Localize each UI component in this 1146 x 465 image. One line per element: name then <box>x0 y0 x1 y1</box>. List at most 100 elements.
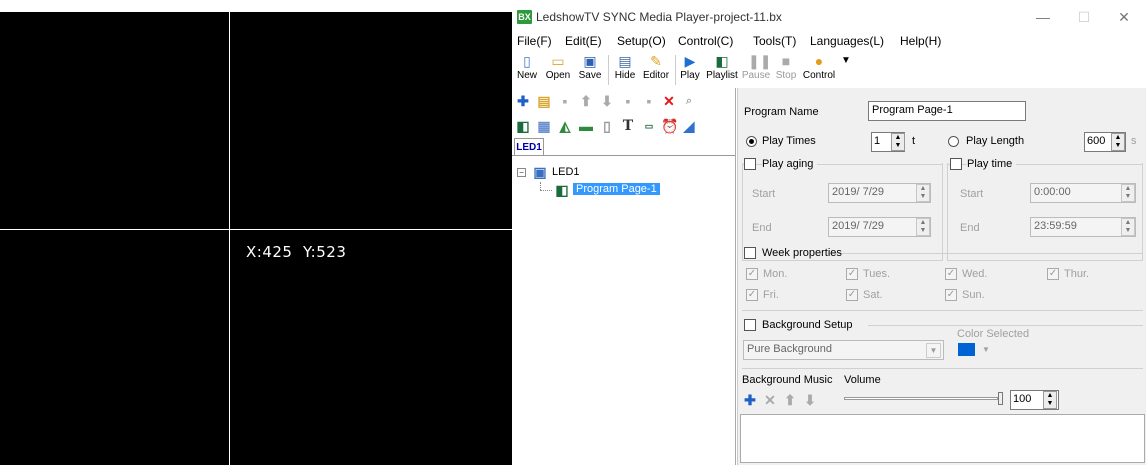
thur-label: Thur. <box>1064 268 1090 280</box>
new-button[interactable]: ▯ New <box>515 53 539 87</box>
move-up-icon[interactable]: ⬆ <box>578 93 594 109</box>
volume-label: Volume <box>844 374 881 386</box>
paste-icon[interactable]: ▤ <box>536 93 552 109</box>
menu-control[interactable]: Control(C) <box>678 34 733 48</box>
search-icon[interactable]: ⌕ <box>681 93 697 109</box>
play-time-checkbox[interactable] <box>950 158 962 170</box>
coord-y: Y:523 <box>303 243 347 261</box>
aging-end-spinner[interactable]: ▲ ▼ <box>916 218 930 236</box>
menu-tools[interactable]: Tools(T) <box>753 34 796 48</box>
pause-button[interactable]: ❚❚ Pause <box>741 53 772 87</box>
delete-icon[interactable]: ✕ <box>661 93 677 109</box>
week-properties-label: Week properties <box>762 247 842 259</box>
close-button[interactable]: ✕ <box>1107 6 1141 28</box>
menu-languages[interactable]: Languages(L) <box>810 34 884 48</box>
folder-icon: ▭ <box>551 53 565 69</box>
screen: X:425 Y:523 BX LedshowTV SYNC Media Play… <box>0 0 1146 465</box>
music-up-icon[interactable]: ⬆ <box>782 392 798 408</box>
copy-icon[interactable]: ▪ <box>557 93 573 109</box>
document-icon[interactable]: ▯ <box>599 118 615 134</box>
text-icon[interactable]: T <box>620 118 636 134</box>
toolbar-more-dropdown[interactable]: ▼ <box>838 53 852 87</box>
play-length-label: Play Length <box>966 135 1025 147</box>
wed-checkbox[interactable]: ✓ <box>945 268 957 280</box>
time-start-spinner[interactable]: ▲ ▼ <box>1121 184 1135 202</box>
wed-label: Wed. <box>962 268 988 280</box>
digital-clock-icon[interactable]: ▭ <box>641 118 657 134</box>
volume-slider-track[interactable] <box>844 397 998 400</box>
volume-spinner[interactable]: ▲ ▼ <box>1043 391 1057 409</box>
led-cell-top-right <box>230 12 512 229</box>
tree-node-led1[interactable]: LED1 <box>552 166 580 178</box>
background-type-select[interactable]: Pure Background <box>743 340 944 360</box>
music-list[interactable] <box>740 414 1145 463</box>
play-icon: ▶ <box>684 53 696 69</box>
tues-label: Tues. <box>863 268 891 280</box>
move-top-icon[interactable]: ▪ <box>620 93 636 109</box>
fri-checkbox[interactable]: ✓ <box>746 289 758 301</box>
play-aging-checkbox[interactable] <box>744 158 756 170</box>
remove-music-icon[interactable]: ✕ <box>762 392 778 408</box>
tree-node-program-page[interactable]: Program Page-1 <box>573 183 660 195</box>
move-down-icon[interactable]: ⬇ <box>599 93 615 109</box>
pencil-icon: ✎ <box>650 53 662 69</box>
program-icon[interactable]: ◧ <box>515 118 531 134</box>
open-button[interactable]: ▭ Open <box>543 53 573 87</box>
picture-icon[interactable]: ▬ <box>578 118 594 134</box>
time-end-spinner[interactable]: ▲ ▼ <box>1121 218 1135 236</box>
move-bottom-icon[interactable]: ▪ <box>641 93 657 109</box>
playlist-button[interactable]: ◧ Playlist <box>705 53 739 87</box>
play-button[interactable]: ▶ Play <box>678 53 702 87</box>
maximize-button[interactable]: ☐ <box>1067 6 1101 28</box>
play-times-radio[interactable] <box>746 136 757 147</box>
aging-start-spinner[interactable]: ▲ ▼ <box>916 184 930 202</box>
tab-led1[interactable]: LED1 <box>514 138 544 156</box>
table-icon[interactable]: ▦ <box>536 118 552 134</box>
save-button[interactable]: ▣ Save <box>576 53 604 87</box>
color-dropdown-icon[interactable]: ▼ <box>982 345 990 354</box>
menu-edit[interactable]: Edit(E) <box>565 34 602 48</box>
image-area-icon[interactable]: ◭ <box>557 118 573 134</box>
program-name-input[interactable]: Program Page-1 <box>868 101 1026 121</box>
play-times-spinner[interactable]: ▲ ▼ <box>891 133 905 151</box>
caret-down-icon: ▼ <box>841 55 851 66</box>
alarm-clock-icon[interactable]: ⏰ <box>661 118 678 134</box>
tree-collapse-toggle[interactable]: − <box>517 168 526 177</box>
thur-checkbox[interactable]: ✓ <box>1047 268 1059 280</box>
menu-help[interactable]: Help(H) <box>900 34 941 48</box>
play-times-unit: t <box>912 135 916 147</box>
led-cell-bottom-left <box>0 230 229 465</box>
editor-button[interactable]: ✎ Editor <box>641 53 671 87</box>
tues-checkbox[interactable]: ✓ <box>846 268 858 280</box>
menu-setup[interactable]: Setup(O) <box>617 34 666 48</box>
volume-slider-thumb[interactable] <box>998 392 1003 405</box>
program-properties-panel: Program Name Program Page-1 Play Times 1… <box>737 88 1146 465</box>
control-button[interactable]: ● Control <box>801 53 837 87</box>
play-length-spinner[interactable]: ▲ ▼ <box>1111 133 1125 151</box>
toolbar-separator <box>675 55 676 85</box>
add-music-icon[interactable]: ✚ <box>742 392 758 408</box>
volume-icon[interactable]: ◢ <box>681 118 697 134</box>
background-setup-checkbox[interactable] <box>744 319 756 331</box>
led-cell-top-left <box>0 12 229 229</box>
stop-icon: ■ <box>781 53 791 69</box>
aging-end-label: End <box>752 222 772 234</box>
week-group-border <box>828 253 1143 254</box>
sat-checkbox[interactable]: ✓ <box>846 289 858 301</box>
background-type-dropdown-icon[interactable]: ▼ <box>926 343 941 358</box>
sat-label: Sat. <box>863 289 883 301</box>
play-length-radio[interactable] <box>948 136 959 147</box>
minimize-button[interactable]: — <box>1026 6 1060 28</box>
background-color-swatch[interactable] <box>958 343 975 356</box>
menu-file[interactable]: File(F) <box>517 34 552 48</box>
aging-start-label: Start <box>752 188 776 200</box>
music-down-icon[interactable]: ⬇ <box>802 392 818 408</box>
sun-checkbox[interactable]: ✓ <box>945 289 957 301</box>
led-preview: X:425 Y:523 <box>0 0 512 465</box>
add-icon[interactable]: ✚ <box>515 93 531 109</box>
hide-button[interactable]: ▤ Hide <box>612 53 638 87</box>
stop-button[interactable]: ■ Stop <box>773 53 799 87</box>
week-properties-checkbox[interactable] <box>744 247 756 259</box>
app-logo-icon: BX <box>517 10 532 24</box>
mon-checkbox[interactable]: ✓ <box>746 268 758 280</box>
